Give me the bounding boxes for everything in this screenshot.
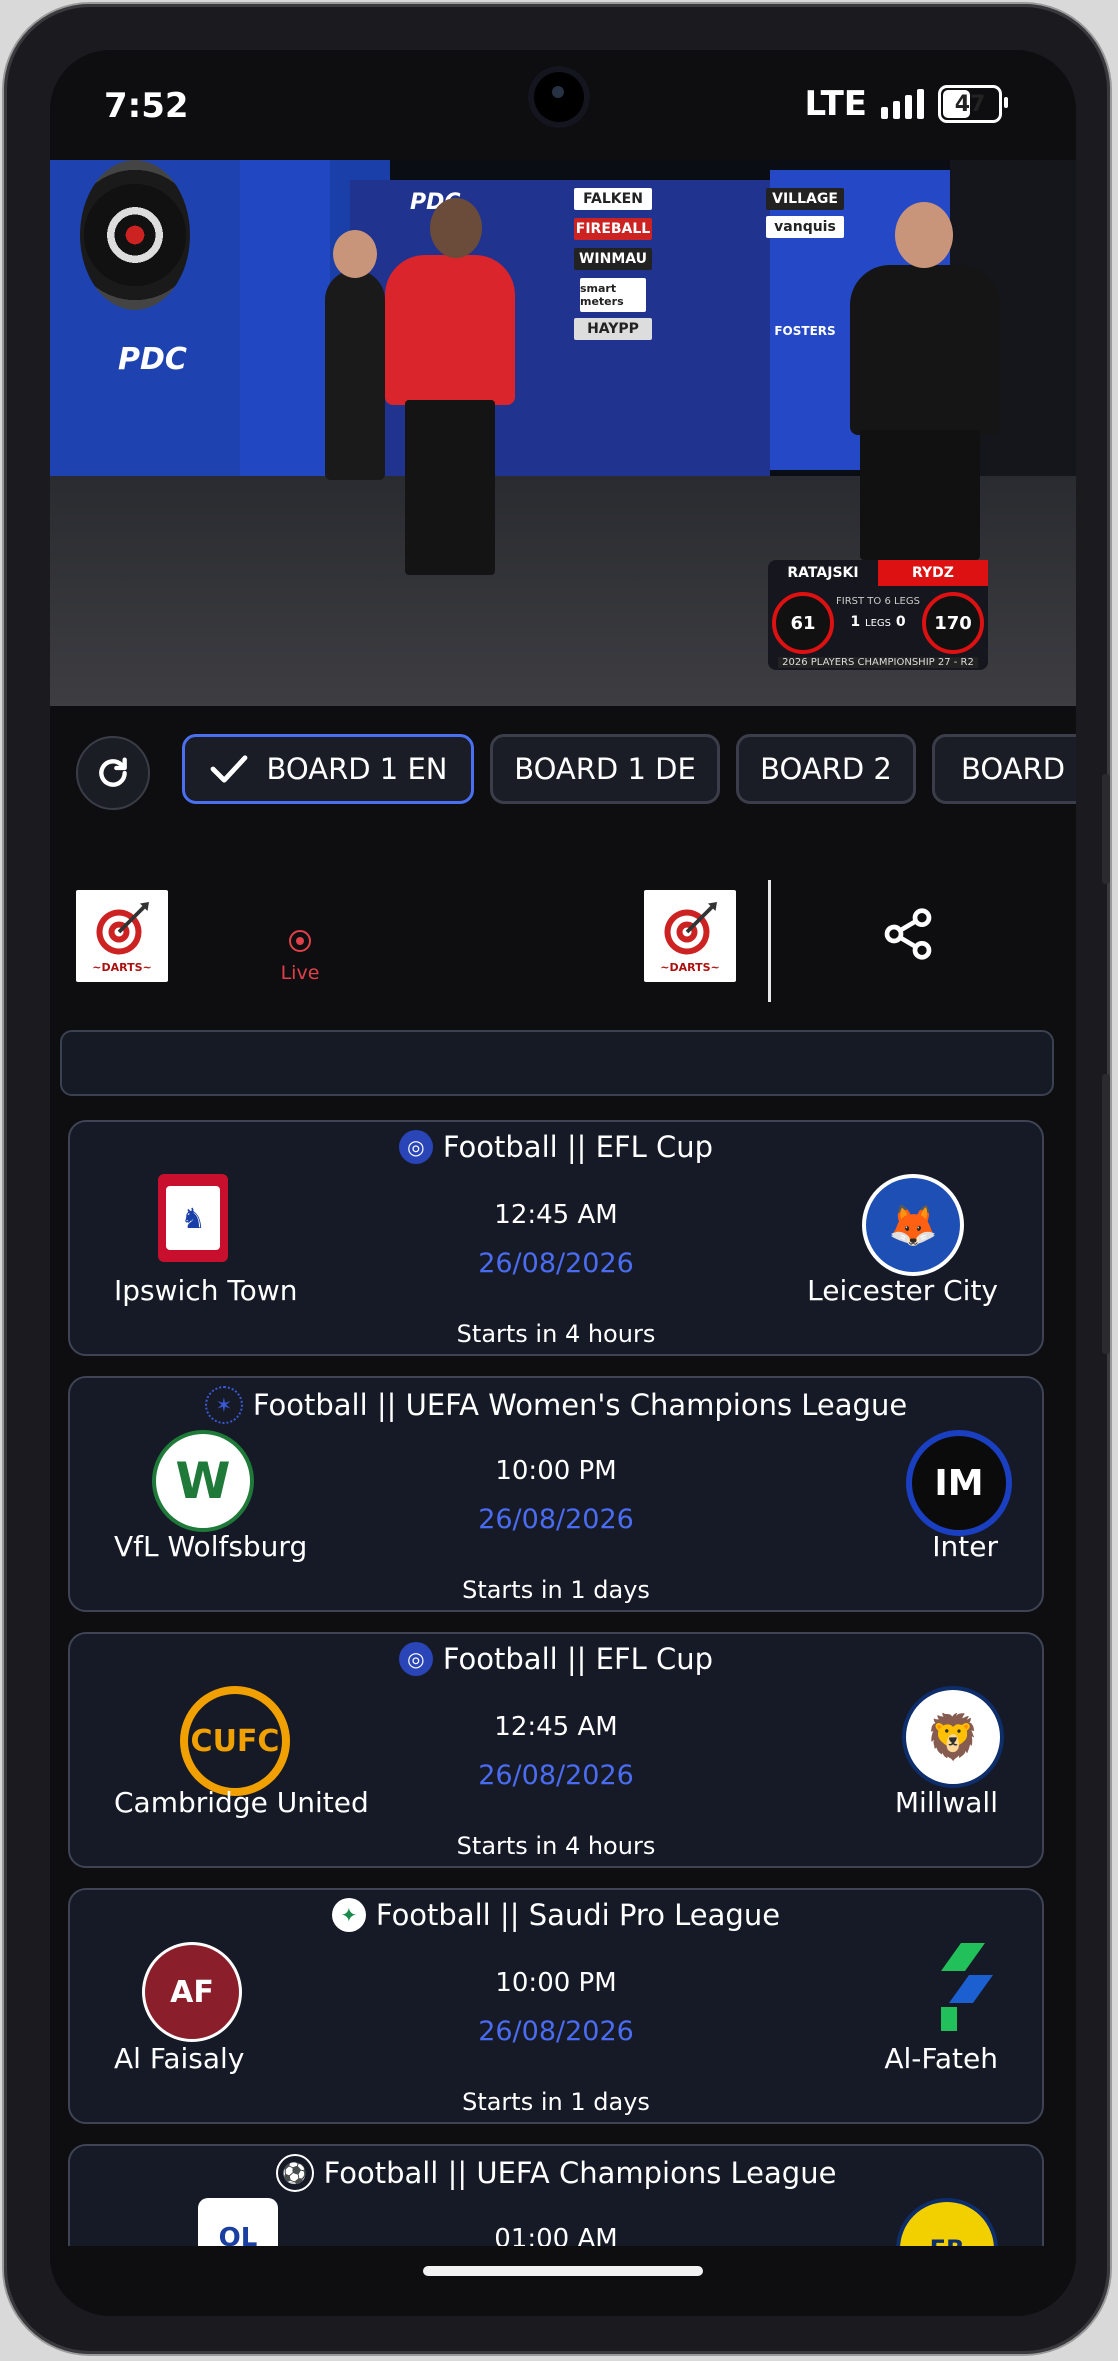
efl-cup-icon: ◎ [398,1130,433,1164]
status-time: 7:52 [104,86,189,126]
player1-score: 61 [772,592,834,654]
phone-frame: 7:52 LTE 47 PDC PDC FALKEN FIREBALL WINM… [4,4,1110,2354]
video-player[interactable]: PDC PDC FALKEN FIREBALL WINMAU smart met… [50,160,1076,706]
scoreboard: RATAJSKI RYDZ 61 170 FIRST TO 6 LEGS 1 L… [768,560,988,670]
volume-button [1102,774,1110,884]
league-title: ◎ Football || EFL Cup [70,1130,1042,1164]
sponsor-board: FIREBALL [574,218,652,240]
match-card[interactable]: ✶ Football || UEFA Women's Champions Lea… [68,1376,1044,1612]
live-dot-icon [289,930,311,952]
signal-icon [881,89,924,119]
pdc-logo: PDC [118,342,187,377]
away-team-name: Leicester City [807,1274,998,1307]
tab-label: BOARD 1 DE [514,752,696,786]
match-date: 26/08/2026 [478,1504,634,1535]
check-icon [210,755,247,783]
match-time: 12:45 AM [494,1712,618,1742]
front-camera [528,66,590,128]
match-card[interactable]: ◎ Football || EFL Cup CUFC Cambridge Uni… [68,1632,1044,1868]
power-button [1102,1074,1110,1354]
player-shirt-red [385,255,515,405]
match-card[interactable]: ✦ Football || Saudi Pro League AF Al Fai… [68,1888,1044,2124]
sponsor-board: smart meters [580,278,646,312]
match-time: 10:00 PM [495,1456,617,1486]
status-bar: 7:52 LTE 47 [50,50,1076,160]
inter-logo: IM [906,1430,1012,1536]
saudi-pro-league-icon: ✦ [331,1898,366,1932]
league-title: ⚽ Football || UEFA Champions League [70,2154,1042,2192]
referee-figure [325,270,385,480]
tab-label: BOARD 1 EN [266,752,448,786]
leicester-city-logo: 🦊 [862,1174,964,1276]
league-title: ✦ Football || Saudi Pro League [70,1898,1042,1932]
player1-name: RATAJSKI [787,565,859,581]
dart-target-icon [96,901,149,954]
legs-count: 1 LEGS 0 [850,614,906,630]
dart-target-icon [664,901,717,954]
tab-board-2[interactable]: BOARD 2 [736,734,916,804]
away-team-name: Inter [932,1530,998,1563]
player-head [895,202,953,268]
screen: 7:52 LTE 47 PDC PDC FALKEN FIREBALL WINM… [50,50,1076,2316]
tab-board-1-en[interactable]: BOARD 1 EN [182,734,474,804]
player-legs [860,430,980,560]
live-indicator: Live [250,930,350,984]
network-type: LTE [804,84,867,124]
match-card[interactable]: ◎ Football || EFL Cup ♞ Ipswich Town 12:… [68,1120,1044,1356]
divider [768,880,771,1002]
starts-in: Starts in 4 hours [456,1832,656,1860]
player2-name: RYDZ [878,560,988,586]
home-team-logo: ~DARTS~ [76,890,168,982]
current-match: ~DARTS~ Live ~DARTS~ [50,860,1076,1010]
sponsor-board: WINMAU [574,248,652,270]
tab-label: BOARD 3 [961,752,1076,786]
sponsor-board: FALKEN [574,188,652,210]
sponsor-board: VILLAGE [766,188,844,210]
dartboard-icon [80,160,190,310]
starts-in: Starts in 1 days [462,1576,650,1604]
starts-in: Starts in 4 hours [456,1320,656,1348]
al-fateh-logo [916,1942,1010,2036]
event-name: 2026 PLAYERS CHAMPIONSHIP 27 - R2 [778,657,978,668]
player-legs [405,400,495,575]
refresh-icon [99,757,127,787]
match-time: 10:00 PM [495,1968,617,1998]
tab-board-3[interactable]: BOARD 3 [932,734,1076,804]
uefa-women-icon: ✶ [204,1386,243,1424]
battery-level: 47 [954,91,986,117]
starts-in: Starts in 1 days [462,2088,650,2116]
search-bar[interactable] [60,1030,1054,1096]
board-tabs: BOARD 1 EN BOARD 1 DE BOARD 2 BOARD 3 [50,734,1076,812]
bottom-bar [50,2246,1076,2316]
sponsor-board: FOSTERS [774,324,836,338]
away-team-logo: ~DARTS~ [644,890,736,982]
league-title: ◎ Football || EFL Cup [70,1642,1042,1676]
refresh-button[interactable] [76,736,150,810]
sponsor-board: vanquis [766,216,844,238]
away-team-name: Al-Fateh [884,2042,998,2075]
match-format: FIRST TO 6 LEGS [836,596,920,607]
player-head [430,198,482,258]
efl-cup-icon: ◎ [398,1642,433,1676]
sponsor-board: HAYPP [574,318,652,340]
battery-icon: 47 [938,85,1008,123]
player-shirt-black [850,265,1000,435]
player2-score: 170 [922,592,984,654]
share-icon[interactable] [880,906,936,962]
millwall-logo: 🦁 [902,1686,1004,1788]
away-team-name: Millwall [894,1786,998,1819]
champions-league-icon: ⚽ [275,2154,314,2192]
referee-head [333,230,377,278]
home-indicator[interactable] [423,2266,703,2276]
league-title: ✶ Football || UEFA Women's Champions Lea… [70,1386,1042,1424]
live-label: Live [280,962,320,984]
tab-board-1-de[interactable]: BOARD 1 DE [490,734,720,804]
tab-label: BOARD 2 [760,752,892,786]
